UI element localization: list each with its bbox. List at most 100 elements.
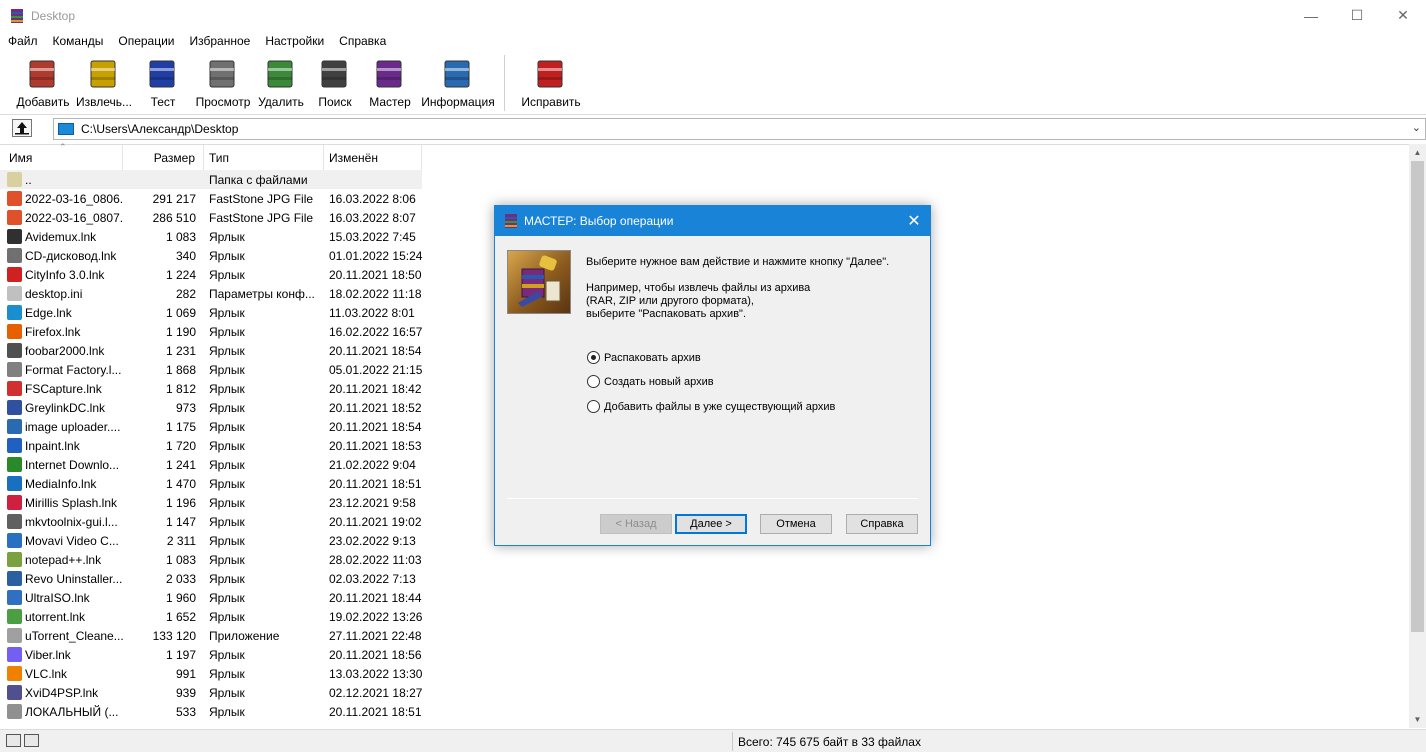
path-field[interactable]: C:\Users\Александр\Desktop ⌄ xyxy=(53,118,1426,140)
menu-file[interactable]: Файл xyxy=(0,34,45,48)
next-button[interactable]: Далее > xyxy=(675,514,747,534)
table-row[interactable]: CD-дисковод.lnk 340 Ярлык 01.01.2022 15:24 xyxy=(0,246,422,265)
dialog-close-button[interactable]: ✕ xyxy=(898,206,930,236)
menu-commands[interactable]: Команды xyxy=(45,34,111,48)
file-size: 991 xyxy=(175,666,196,681)
drive-icon[interactable] xyxy=(6,734,21,747)
file-name: GreylinkDC.lnk xyxy=(25,400,106,415)
file-icon xyxy=(7,210,22,225)
vertical-scrollbar[interactable]: ▲ ▼ xyxy=(1409,144,1426,728)
desktop-folder-icon xyxy=(58,123,74,135)
table-row[interactable]: 2022-03-16_0807... 286 510 FastStone JPG F… xyxy=(0,208,422,227)
toolbar-button-info[interactable]: Информация xyxy=(418,51,498,109)
toolbar-button-view[interactable]: Просмотр xyxy=(192,51,254,109)
radio-create-archive[interactable]: Создать новый архив xyxy=(587,375,714,388)
file-type: Ярлык xyxy=(209,324,245,339)
toolbar-button-label: Исправить xyxy=(521,95,581,109)
table-row[interactable]: FSCapture.lnk 1 812 Ярлык 20.11.2021 18:42 xyxy=(0,379,422,398)
window-title: Desktop xyxy=(31,8,76,23)
file-icon xyxy=(7,229,22,244)
table-row[interactable]: image uploader.... 1 175 Ярлык 20.11.2021 1… xyxy=(0,417,422,436)
table-row[interactable]: XviD4PSP.lnk 939 Ярлык 02.12.2021 18:27 xyxy=(0,683,422,702)
minimize-button[interactable]: — xyxy=(1288,0,1334,31)
sort-ascending-icon: ⌃ xyxy=(59,142,67,152)
maximize-button[interactable]: ☐ xyxy=(1334,0,1380,31)
table-row[interactable]: Internet Downlo... 1 241 Ярлык 21.02.2022 9… xyxy=(0,455,422,474)
maximize-icon: ☐ xyxy=(1350,7,1364,23)
file-name: ЛОКАЛЬНЫЙ (... xyxy=(25,704,119,719)
table-row[interactable]: UltraISO.lnk 1 960 Ярлык 20.11.2021 18:44 xyxy=(0,588,422,607)
menu-favorites[interactable]: Избранное xyxy=(182,34,258,48)
file-name: VLC.lnk xyxy=(25,666,68,681)
toolbar-button-extract[interactable]: Извлечь... xyxy=(74,51,134,109)
file-modified: 13.03.2022 13:30 xyxy=(329,666,423,681)
file-size: 1 083 xyxy=(165,552,196,567)
column-size[interactable]: Размер xyxy=(123,145,204,170)
scroll-up-icon[interactable]: ▲ xyxy=(1409,144,1426,161)
table-row[interactable]: Avidemux.lnk 1 083 Ярлык 15.03.2022 7:45 xyxy=(0,227,422,246)
table-row[interactable]: Edge.lnk 1 069 Ярлык 11.03.2022 8:01 xyxy=(0,303,422,322)
file-size: 1 197 xyxy=(165,647,196,662)
table-row[interactable]: utorrent.lnk 1 652 Ярлык 19.02.2022 13:26 xyxy=(0,607,422,626)
column-type[interactable]: Тип xyxy=(204,145,324,170)
file-type: Ярлык xyxy=(209,685,245,700)
file-icon xyxy=(7,305,22,320)
table-row[interactable]: GreylinkDC.lnk 973 Ярлык 20.11.2021 18:52 xyxy=(0,398,422,417)
toolbar-button-label: Удалить xyxy=(258,95,304,109)
table-row[interactable]: ЛОКАЛЬНЫЙ (... 533 Ярлык 20.11.2021 18:51 xyxy=(0,702,422,721)
table-row[interactable]: desktop.ini 282 Параметры конф... 18.02.202… xyxy=(0,284,422,303)
table-row[interactable]: mkvtoolnix-gui.l... 1 147 Ярлык 20.11.2021 … xyxy=(0,512,422,531)
toolbar-button-test[interactable]: Тест xyxy=(134,51,192,109)
up-folder-button[interactable] xyxy=(12,119,32,137)
menu-help[interactable]: Справка xyxy=(331,34,393,48)
table-row[interactable]: Inpaint.lnk 1 720 Ярлык 20.11.2021 18:53 xyxy=(0,436,422,455)
scroll-down-icon[interactable]: ▼ xyxy=(1409,711,1426,728)
dialog-example-text: Например, чтобы извлечь файлы из архива … xyxy=(586,282,811,320)
file-name: Avidemux.lnk xyxy=(25,229,97,244)
table-row[interactable]: notepad++.lnk 1 083 Ярлык 28.02.2022 11:03 xyxy=(0,550,422,569)
menu-settings[interactable]: Настройки xyxy=(257,34,331,48)
table-row[interactable]: foobar2000.lnk 1 231 Ярлык 20.11.2021 18:54 xyxy=(0,341,422,360)
file-icon xyxy=(7,704,22,719)
table-row[interactable]: Format Factory.l... 1 868 Ярлык 05.01.2022 … xyxy=(0,360,422,379)
key-icon[interactable] xyxy=(24,734,39,747)
toolbar-button-repair[interactable]: Исправить xyxy=(511,51,591,109)
cancel-button[interactable]: Отмена xyxy=(760,514,832,534)
scroll-thumb[interactable] xyxy=(1411,161,1424,632)
table-row[interactable]: VLC.lnk 991 Ярлык 13.03.2022 13:30 xyxy=(0,664,422,683)
radio-extract-archive[interactable]: Распаковать архив xyxy=(587,351,701,364)
table-row[interactable]: MediaInfo.lnk 1 470 Ярлык 20.11.2021 18:51 xyxy=(0,474,422,493)
file-type: Ярлык xyxy=(209,419,245,434)
toolbar-button-add-archive[interactable]: Добавить xyxy=(12,51,74,109)
table-row[interactable]: Viber.lnk 1 197 Ярлык 20.11.2021 18:56 xyxy=(0,645,422,664)
toolbar-button-label: Информация xyxy=(421,95,495,109)
file-modified: 20.11.2021 18:44 xyxy=(329,590,422,605)
minimize-icon: — xyxy=(1304,7,1318,24)
toolbar-button-find[interactable]: Поиск xyxy=(308,51,362,109)
table-row[interactable]: 2022-03-16_0806... 291 217 FastStone JPG F… xyxy=(0,189,422,208)
file-modified: 19.02.2022 13:26 xyxy=(329,609,423,624)
up-arrow-icon xyxy=(15,122,29,135)
table-row[interactable]: uTorrent_Cleane... 133 120 Приложение 27.11… xyxy=(0,626,422,645)
menu-operations[interactable]: Операции xyxy=(110,34,181,48)
table-row[interactable]: Revo Uninstaller.... 2 033 Ярлык 02.03.2022… xyxy=(0,569,422,588)
toolbar-button-wizard[interactable]: Мастер xyxy=(362,51,418,109)
back-button[interactable]: < Назад xyxy=(600,514,672,534)
file-size: 533 xyxy=(175,704,196,719)
table-row[interactable]: Firefox.lnk 1 190 Ярлык 16.02.2022 16:57 xyxy=(0,322,422,341)
file-name: Format Factory.l... xyxy=(25,362,122,377)
help-button[interactable]: Справка xyxy=(846,514,918,534)
file-size: 286 510 xyxy=(152,210,196,225)
column-modified[interactable]: Изменён xyxy=(324,145,422,170)
delete-icon xyxy=(267,60,293,88)
close-window-button[interactable]: ✕ xyxy=(1380,0,1426,31)
radio-add-to-archive[interactable]: Добавить файлы в уже существующий архив xyxy=(587,400,835,413)
chevron-down-icon[interactable]: ⌄ xyxy=(1412,121,1421,134)
toolbar-button-delete[interactable]: Удалить xyxy=(254,51,308,109)
parent-folder-row[interactable]: .. Папка с файлами xyxy=(0,170,422,189)
table-row[interactable]: CityInfo 3.0.lnk 1 224 Ярлык 20.11.2021 18:… xyxy=(0,265,422,284)
file-modified: 15.03.2022 7:45 xyxy=(329,229,416,244)
toolbar-button-label: Мастер xyxy=(369,95,411,109)
table-row[interactable]: Mirillis Splash.lnk 1 196 Ярлык 23.12.2021 … xyxy=(0,493,422,512)
table-row[interactable]: Movavi Video C... 2 311 Ярлык 23.02.2022 9:… xyxy=(0,531,422,550)
